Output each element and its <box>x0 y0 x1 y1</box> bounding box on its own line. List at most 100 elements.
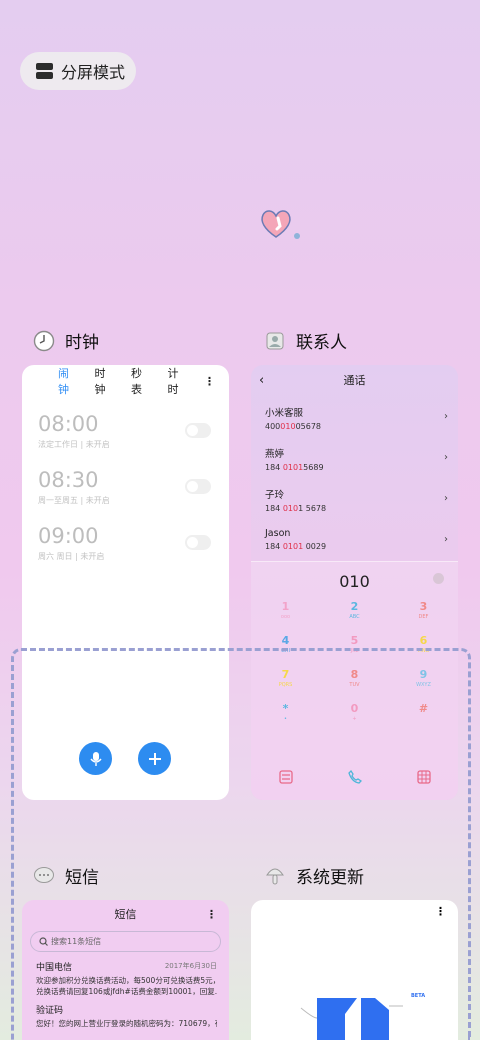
back-icon[interactable]: ‹ <box>259 373 264 388</box>
dial-key[interactable]: 0 + <box>320 702 389 724</box>
dial-key-letters: • <box>284 716 287 722</box>
dial-key-letters: GHI <box>280 648 291 654</box>
dial-key[interactable]: # <box>389 702 458 724</box>
contacts-title-bar: ‹ 通话 <box>251 365 458 395</box>
contact-row[interactable]: 燕婷 184 01015689 › <box>251 436 458 477</box>
dial-key[interactable]: 6 MNO <box>389 634 458 656</box>
tab-timer[interactable]: 计时 <box>168 365 189 397</box>
sms-app-header[interactable]: 短信 <box>33 863 99 888</box>
phone-icon[interactable] <box>347 770 362 784</box>
dial-key-letters: ABC <box>349 614 360 620</box>
dial-key-digit: 8 <box>350 668 359 681</box>
contacts-icon <box>264 330 286 352</box>
dial-key-digit: * <box>282 702 289 715</box>
update-logo-graphic <box>300 998 403 1040</box>
add-alarm-button[interactable] <box>138 742 171 775</box>
alarm-item[interactable]: 08:00 法定工作日 | 未开启 <box>22 401 229 457</box>
contacts-app-title: 联系人 <box>296 333 347 353</box>
dial-key-digit: # <box>418 702 429 715</box>
tab-clock[interactable]: 时钟 <box>95 365 116 397</box>
contact-row[interactable]: Jason 184 0101 0029 › <box>251 518 458 559</box>
mushroom-icon <box>264 865 286 887</box>
menu-icon[interactable] <box>278 770 293 784</box>
alarm-toggle[interactable] <box>185 535 211 550</box>
dial-key-digit: 3 <box>419 600 428 613</box>
more-menu-icon[interactable]: ⋮ <box>206 908 217 921</box>
dial-key[interactable]: 7 PQRS <box>251 668 320 690</box>
chevron-right-icon: › <box>444 493 448 504</box>
clock-tabs: 闹钟 时钟 秒表 计时 ⋮ <box>22 365 229 397</box>
sms-search-input[interactable]: 搜索11条短信 <box>30 931 221 952</box>
contact-number: 40001005678 <box>265 422 322 431</box>
chevron-right-icon: › <box>444 452 448 463</box>
clock-app-card[interactable]: 闹钟 时钟 秒表 计时 ⋮ 08:00 法定工作日 | 未开启 08:30 周一… <box>22 365 229 800</box>
split-screen-icon <box>36 63 53 79</box>
dial-keypad: 1 ооо 2 ABC 3 DEF 4 GHI 5 JKL 6 MNO 7 PQRS 8 TUV 9 WXYZ * •… <box>251 600 458 724</box>
dial-key[interactable]: * • <box>251 702 320 724</box>
dial-key[interactable]: 1 ооо <box>251 600 320 622</box>
clock-app-title: 时钟 <box>65 333 99 353</box>
sms-app-card[interactable]: 短信 ⋮ 搜索11条短信 中国电信 2017年6月30日 欢迎参加积分兑换话费活… <box>22 900 229 1040</box>
alarm-toggle[interactable] <box>185 423 211 438</box>
tab-alarm[interactable]: 闹钟 <box>58 365 79 397</box>
sms-header: 短信 <box>114 908 137 921</box>
search-placeholder: 搜索11条短信 <box>51 937 102 946</box>
contact-name: Jason <box>265 528 291 539</box>
dial-key[interactable]: 9 WXYZ <box>389 669 458 690</box>
contact-name: 子玲 <box>265 490 285 501</box>
dial-key[interactable]: 4 GHI <box>251 634 320 656</box>
update-app-header[interactable]: 系统更新 <box>264 863 364 888</box>
tab-stopwatch[interactable]: 秒表 <box>131 365 152 397</box>
dial-key-digit: 5 <box>350 634 359 647</box>
more-menu-icon[interactable]: ⋮ <box>435 905 446 918</box>
clear-icon[interactable] <box>433 573 444 584</box>
dial-key-digit: 1 <box>281 600 290 613</box>
message-row[interactable]: 中国电信 2017年6月30日 欢迎参加积分兑换话费活动，每500分可兑换话费5… <box>22 952 229 997</box>
alarm-item[interactable]: 09:00 周六 周日 | 未开启 <box>22 513 229 569</box>
chevron-right-icon: › <box>444 534 448 545</box>
alarm-repeat: 周一至周五 | 未开启 <box>38 496 110 505</box>
message-sender: 验证码 <box>36 1006 64 1016</box>
contacts-header: 通话 <box>343 374 366 387</box>
contact-name: 燕婷 <box>265 449 285 460</box>
contact-row[interactable]: 子玲 184 0101 5678 › <box>251 477 458 518</box>
message-preview: 兑换话费请回复106或jfdh#话费金额到10001，回复... <box>36 987 217 996</box>
dial-key-digit: 4 <box>281 634 290 647</box>
contact-name: 小米客服 <box>265 408 304 419</box>
message-date: 2017年6月30日 <box>164 962 217 970</box>
sms-app-title: 短信 <box>65 868 99 888</box>
dial-key-letters: MNO <box>417 648 430 654</box>
keypad-icon[interactable] <box>416 770 431 784</box>
dialer-toolbar <box>251 770 458 784</box>
contacts-app-header[interactable]: 联系人 <box>264 328 347 353</box>
voice-alarm-button[interactable] <box>79 742 112 775</box>
dial-key-digit: 0 <box>350 702 359 715</box>
dot-decoration <box>294 233 300 239</box>
dial-key-letters: + <box>352 716 357 722</box>
contact-row[interactable]: 小米客服 40001005678 › <box>251 395 458 436</box>
split-screen-button[interactable]: 分屏模式 <box>20 52 136 90</box>
plus-icon <box>148 752 161 765</box>
alarm-toggle[interactable] <box>185 479 211 494</box>
message-preview: 您好！您的网上营业厅登录的随机密码为：710679，有 <box>36 1019 217 1028</box>
dial-key[interactable]: 2 ABC <box>320 601 389 622</box>
message-row[interactable]: 验证码 您好！您的网上营业厅登录的随机密码为：710679，有 <box>22 997 229 1029</box>
clock-app-header[interactable]: 时钟 <box>33 328 99 353</box>
dial-key-digit: 6 <box>419 634 428 647</box>
more-menu-icon[interactable]: ⋮ <box>204 375 215 388</box>
alarm-item[interactable]: 08:30 周一至周五 | 未开启 <box>22 457 229 513</box>
dial-key-letters: ооо <box>280 614 291 620</box>
dial-key-letters: JKL <box>350 648 359 654</box>
dial-key[interactable]: 3 DEF <box>389 600 458 622</box>
dial-key-digit: 7 <box>281 668 290 681</box>
dial-key[interactable]: 5 JKL <box>320 634 389 656</box>
contacts-app-card[interactable]: ‹ 通话 小米客服 40001005678 › 燕婷 184 01015689 … <box>251 365 458 800</box>
contact-number: 184 0101 0029 <box>265 542 327 551</box>
search-icon <box>39 937 48 946</box>
update-app-card[interactable]: ⋮ BETA <box>251 900 458 1040</box>
dial-key[interactable]: 8 TUV <box>320 668 389 690</box>
contact-number: 184 01015689 <box>265 463 324 472</box>
dialed-number: 010 <box>339 572 370 591</box>
dial-key-letters: TUV <box>349 682 360 688</box>
chevron-right-icon: › <box>444 411 448 422</box>
